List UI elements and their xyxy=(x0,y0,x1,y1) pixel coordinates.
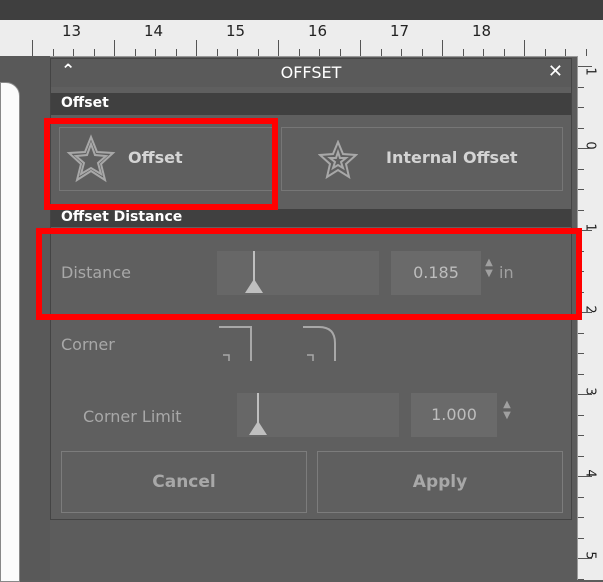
corner-label: Corner xyxy=(61,335,115,354)
corner-limit-input[interactable]: 1.000 xyxy=(411,393,497,437)
ruler-tick xyxy=(73,49,74,56)
ruler-tick xyxy=(94,49,95,56)
horizontal-ruler: 13 14 15 16 17 18 xyxy=(0,20,603,57)
ruler-tick xyxy=(578,517,584,518)
ruler-tick xyxy=(565,49,566,56)
ruler-label: 15 xyxy=(226,22,246,40)
ruler-tick xyxy=(578,87,584,88)
ruler-tick xyxy=(114,40,115,56)
section-header-offset: Offset xyxy=(51,93,571,115)
ruler-tick xyxy=(176,49,177,56)
ruler-tick xyxy=(578,66,592,67)
section-header-distance: Offset Distance xyxy=(51,209,571,227)
cancel-button[interactable]: Cancel xyxy=(61,451,307,513)
ruler-tick xyxy=(578,148,592,149)
ruler-tick xyxy=(155,49,156,56)
ruler-tick xyxy=(578,394,592,395)
ruler-tick xyxy=(504,49,505,56)
dialog-title: OFFSET xyxy=(280,63,342,82)
ruler-tick xyxy=(360,40,361,56)
ruler-tick xyxy=(578,456,584,457)
ruler-tick xyxy=(53,49,54,56)
corner-square-icon[interactable] xyxy=(217,325,255,363)
ruler-tick xyxy=(578,169,584,170)
ruler-tick xyxy=(578,107,584,108)
ruler-tick xyxy=(578,415,584,416)
ruler-tick xyxy=(237,49,238,56)
ruler-tick xyxy=(578,558,592,559)
corner-limit-stepper[interactable]: ▲ ▼ xyxy=(501,399,513,421)
highlight-distance-row xyxy=(36,228,582,320)
ruler-tick xyxy=(299,49,300,56)
ruler-tick xyxy=(586,49,587,56)
apply-button[interactable]: Apply xyxy=(317,451,563,513)
section-title: Offset Distance xyxy=(61,209,183,225)
ruler-tick xyxy=(381,49,382,56)
ruler-tick xyxy=(524,40,525,56)
internal-offset-button-label: Internal Offset xyxy=(386,148,518,167)
ruler-tick xyxy=(578,374,584,375)
ruler-tick xyxy=(578,497,584,498)
close-icon[interactable]: ✕ xyxy=(548,61,563,82)
dialog-titlebar: ⌃ OFFSET ✕ xyxy=(51,59,571,87)
ruler-tick xyxy=(578,210,584,211)
corner-limit-slider[interactable] xyxy=(237,393,399,437)
ruler-tick xyxy=(578,128,584,129)
corner-limit-label: Corner Limit xyxy=(83,407,182,426)
ruler-tick xyxy=(545,49,546,56)
ruler-tick xyxy=(578,353,584,354)
ruler-tick xyxy=(258,49,259,56)
ruler-label: 16 xyxy=(308,22,328,40)
internal-offset-button[interactable]: Internal Offset xyxy=(281,127,563,191)
ruler-tick xyxy=(422,49,423,56)
ruler-label: 14 xyxy=(144,22,164,40)
ruler-tick xyxy=(217,49,218,56)
ruler-tick xyxy=(278,40,279,56)
ruler-tick xyxy=(196,40,197,56)
ruler-label: 18 xyxy=(472,22,492,40)
corner-round-icon[interactable] xyxy=(301,325,339,363)
slider-handle-stem xyxy=(257,393,259,423)
ruler-tick xyxy=(401,49,402,56)
ruler-tick xyxy=(135,49,136,56)
ruler-tick xyxy=(578,476,592,477)
star-internal-offset-icon xyxy=(318,140,358,180)
ruler-tick xyxy=(578,538,584,539)
ruler-label: 17 xyxy=(390,22,410,40)
ruler-tick xyxy=(340,49,341,56)
section-title: Offset xyxy=(61,95,109,111)
highlight-offset-button xyxy=(44,118,278,210)
ruler-tick xyxy=(578,189,584,190)
ruler-tick xyxy=(442,40,443,56)
ruler-label: 1 xyxy=(582,67,598,76)
ruler-tick xyxy=(463,49,464,56)
ruler-tick xyxy=(319,49,320,56)
ruler-label: 13 xyxy=(62,22,82,40)
slider-handle[interactable] xyxy=(249,421,267,435)
ruler-tick xyxy=(578,435,584,436)
ruler-tick xyxy=(32,40,33,56)
side-panel-edge xyxy=(0,82,20,582)
ruler-tick xyxy=(578,333,584,334)
ruler-tick xyxy=(483,49,484,56)
top-bar xyxy=(0,0,603,20)
